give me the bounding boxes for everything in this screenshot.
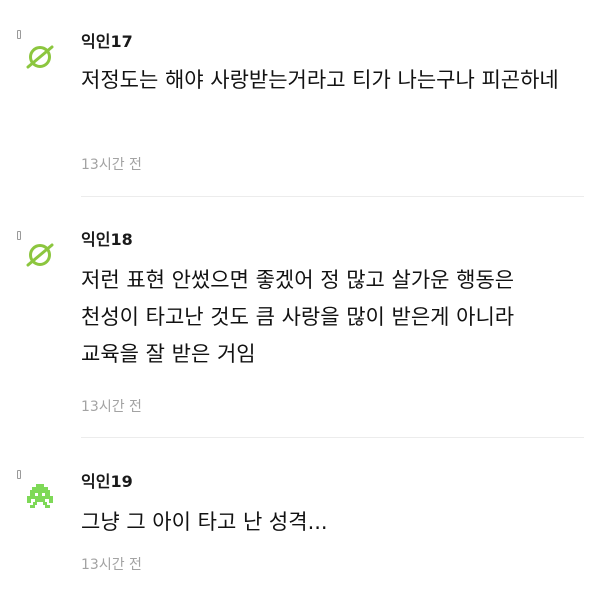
comment-timestamp: 13시간 전 (81, 557, 142, 573)
comment-author[interactable]: 익인18 (81, 230, 133, 250)
comment-marker (17, 231, 21, 240)
comment-divider (81, 196, 584, 197)
comment-author[interactable]: 익인19 (81, 472, 133, 492)
comment-text: 그냥 그 아이 타고 난 성격... (81, 510, 328, 534)
comment-marker (17, 470, 21, 479)
comment-timestamp: 13시간 전 (81, 157, 142, 173)
comment-timestamp: 13시간 전 (81, 399, 142, 415)
comment-author[interactable]: 익인17 (81, 32, 133, 52)
comment-marker (17, 30, 21, 39)
comment-text: 저정도는 해야 사랑받는거라고 티가 나는구나 피곤하네 (81, 68, 559, 92)
comment-text: 저런 표현 안썼으면 좋겠어 정 많고 살가운 행동은 천성이 타고난 것도 큼… (81, 268, 515, 366)
saturn-planet-icon (26, 243, 54, 267)
avatar[interactable] (23, 238, 57, 272)
space-invader-icon (27, 484, 53, 508)
saturn-planet-icon (26, 45, 54, 69)
comment-divider (81, 437, 584, 438)
avatar[interactable] (23, 40, 57, 74)
avatar[interactable] (23, 480, 57, 514)
